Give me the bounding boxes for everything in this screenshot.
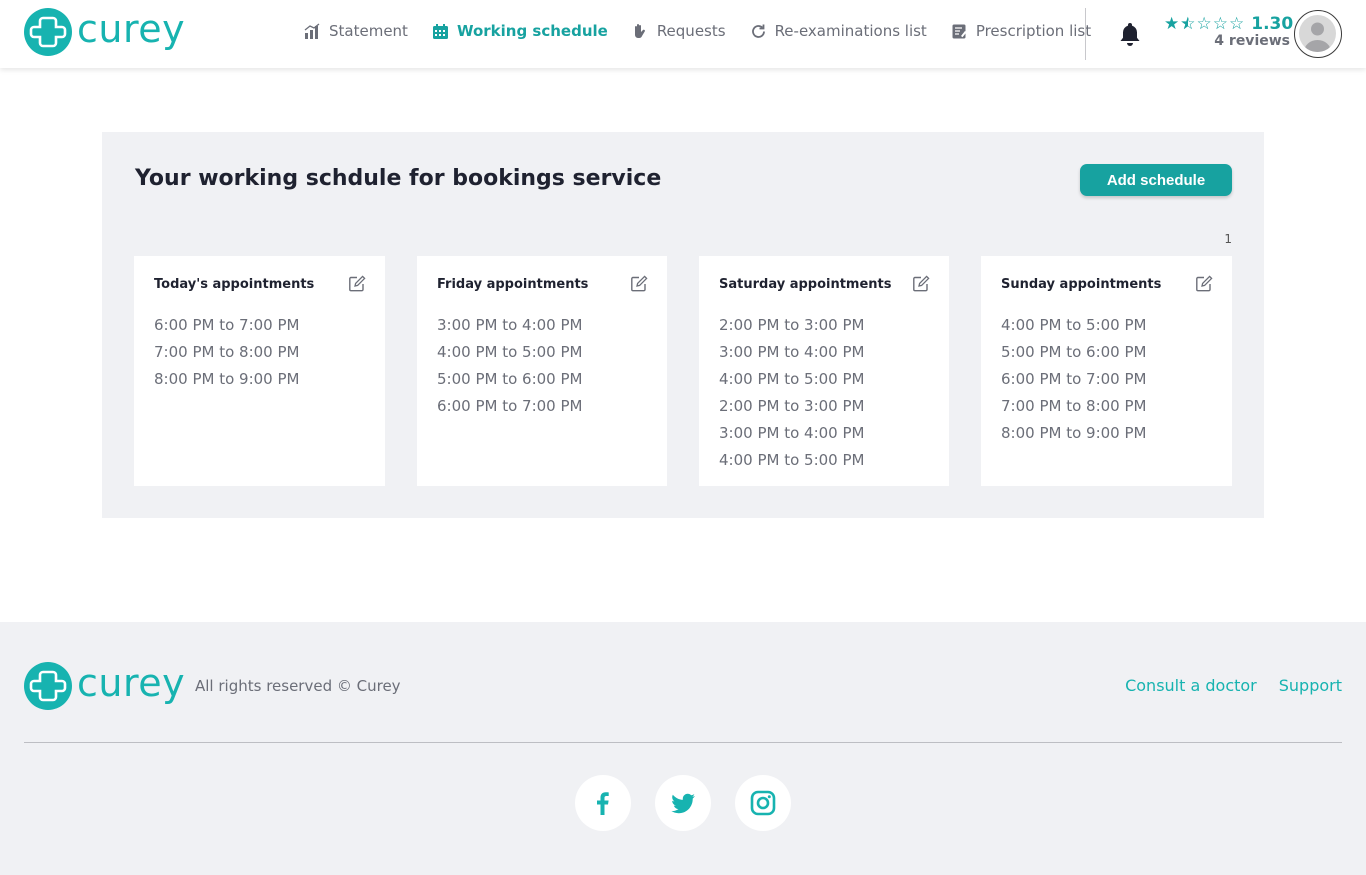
top-header: curey Statement Working schedule Request… xyxy=(0,0,1366,68)
time-slot: 4:00 PM to 5:00 PM xyxy=(719,451,865,469)
schedule-card-sunday: Sunday appointments 4:00 PM to 5:00 PM 5… xyxy=(981,256,1232,486)
rating-value: 1.30 xyxy=(1251,14,1294,34)
time-slot: 4:00 PM to 5:00 PM xyxy=(437,343,583,361)
edit-icon[interactable] xyxy=(630,275,648,293)
time-slot: 2:00 PM to 3:00 PM xyxy=(719,397,865,415)
time-slot: 3:00 PM to 4:00 PM xyxy=(437,316,583,334)
star-half-icon: ☆★ xyxy=(1180,14,1196,34)
edit-icon[interactable] xyxy=(1195,275,1213,293)
nav-item-statement[interactable]: Statement xyxy=(304,22,408,40)
nav-item-requests[interactable]: Requests xyxy=(632,22,726,40)
nav-item-prescription-list[interactable]: Prescription list xyxy=(951,22,1091,40)
nav-label-prescription-list: Prescription list xyxy=(975,22,1092,40)
nav-label-requests: Requests xyxy=(656,22,726,40)
consult-doctor-link[interactable]: Consult a doctor xyxy=(1125,676,1257,695)
header-divider xyxy=(1085,8,1086,60)
card-title: Sunday appointments xyxy=(1001,277,1162,292)
brand-name: curey xyxy=(77,661,186,705)
support-link[interactable]: Support xyxy=(1279,676,1342,695)
refresh-icon xyxy=(750,23,767,40)
instagram-icon[interactable] xyxy=(735,775,791,831)
time-slot: 5:00 PM to 6:00 PM xyxy=(1001,343,1147,361)
schedule-card-today: Today's appointments 6:00 PM to 7:00 PM … xyxy=(134,256,385,486)
page-title: Your working schdule for bookings servic… xyxy=(135,166,662,191)
copyright-text: All rights reserved © Curey xyxy=(195,677,401,695)
schedule-card-saturday: Saturday appointments 2:00 PM to 3:00 PM… xyxy=(699,256,949,486)
time-slot: 3:00 PM to 4:00 PM xyxy=(719,343,865,361)
nav-label-working-schedule: Working schedule xyxy=(456,22,608,40)
edit-icon[interactable] xyxy=(348,275,366,293)
curey-logo[interactable]: curey xyxy=(24,8,185,56)
time-slot: 8:00 PM to 9:00 PM xyxy=(1001,424,1147,442)
page-footer: curey All rights reserved © Curey Consul… xyxy=(0,622,1366,875)
nav-label-statement: Statement xyxy=(329,22,408,40)
user-avatar-icon[interactable] xyxy=(1294,10,1342,58)
edit-icon[interactable] xyxy=(912,275,930,293)
nav-item-re-examinations[interactable]: Re-examinations list xyxy=(750,22,927,40)
facebook-icon[interactable] xyxy=(575,775,631,831)
medical-cross-logo-icon xyxy=(24,8,72,56)
schedule-card-friday: Friday appointments 3:00 PM to 4:00 PM 4… xyxy=(417,256,667,486)
nav-label-re-examinations: Re-examinations list xyxy=(774,22,927,40)
calendar-icon xyxy=(432,23,449,40)
card-title: Friday appointments xyxy=(437,277,589,292)
time-slot-list: 4:00 PM to 5:00 PM 5:00 PM to 6:00 PM 6:… xyxy=(1001,312,1146,447)
star-empty-icon: ☆ xyxy=(1212,14,1228,34)
time-slot: 4:00 PM to 5:00 PM xyxy=(1001,316,1147,334)
twitter-icon[interactable] xyxy=(655,775,711,831)
brand-name: curey xyxy=(77,7,186,51)
time-slot: 6:00 PM to 7:00 PM xyxy=(1001,370,1147,388)
star-empty-icon: ☆ xyxy=(1229,14,1245,34)
add-schedule-button[interactable]: Add schedule xyxy=(1080,164,1232,196)
social-links xyxy=(575,775,815,831)
curey-logo[interactable]: curey xyxy=(24,662,185,710)
time-slot: 5:00 PM to 6:00 PM xyxy=(437,370,583,388)
hand-icon xyxy=(632,23,649,40)
star-empty-icon: ☆ xyxy=(1196,14,1212,34)
reviews-count: 4 reviews xyxy=(1214,33,1290,49)
main-nav: Statement Working schedule Requests Re-e… xyxy=(304,22,1091,40)
nav-item-working-schedule[interactable]: Working schedule xyxy=(432,22,608,40)
time-slot: 6:00 PM to 7:00 PM xyxy=(154,316,300,334)
time-slot: 4:00 PM to 5:00 PM xyxy=(719,370,865,388)
time-slot: 3:00 PM to 4:00 PM xyxy=(719,424,865,442)
time-slot: 2:00 PM to 3:00 PM xyxy=(719,316,865,334)
star-full-icon: ★ xyxy=(1164,14,1180,34)
schedule-panel: Your working schdule for bookings servic… xyxy=(102,132,1264,518)
footer-divider xyxy=(24,742,1342,743)
time-slot-list: 2:00 PM to 3:00 PM 3:00 PM to 4:00 PM 4:… xyxy=(719,312,864,474)
rating-stars: ★ ☆★ ☆ ☆ ☆ 1.30 xyxy=(1164,14,1294,34)
medical-cross-logo-icon xyxy=(24,662,72,710)
prescription-icon xyxy=(951,23,968,40)
time-slot-list: 6:00 PM to 7:00 PM 7:00 PM to 8:00 PM 8:… xyxy=(154,312,299,393)
bell-icon[interactable] xyxy=(1117,21,1143,47)
page-number: 1 xyxy=(1224,232,1232,246)
footer-links: Consult a doctor Support xyxy=(1103,676,1342,695)
time-slot: 8:00 PM to 9:00 PM xyxy=(154,370,300,388)
doctor-rating[interactable]: ★ ☆★ ☆ ☆ ☆ 1.30 4 reviews xyxy=(1164,14,1294,49)
time-slot: 7:00 PM to 8:00 PM xyxy=(154,343,300,361)
card-title: Saturday appointments xyxy=(719,277,892,292)
bar-chart-icon xyxy=(304,22,321,40)
time-slot-list: 3:00 PM to 4:00 PM 4:00 PM to 5:00 PM 5:… xyxy=(437,312,582,420)
card-title: Today's appointments xyxy=(154,277,315,292)
time-slot: 7:00 PM to 8:00 PM xyxy=(1001,397,1147,415)
time-slot: 6:00 PM to 7:00 PM xyxy=(437,397,583,415)
